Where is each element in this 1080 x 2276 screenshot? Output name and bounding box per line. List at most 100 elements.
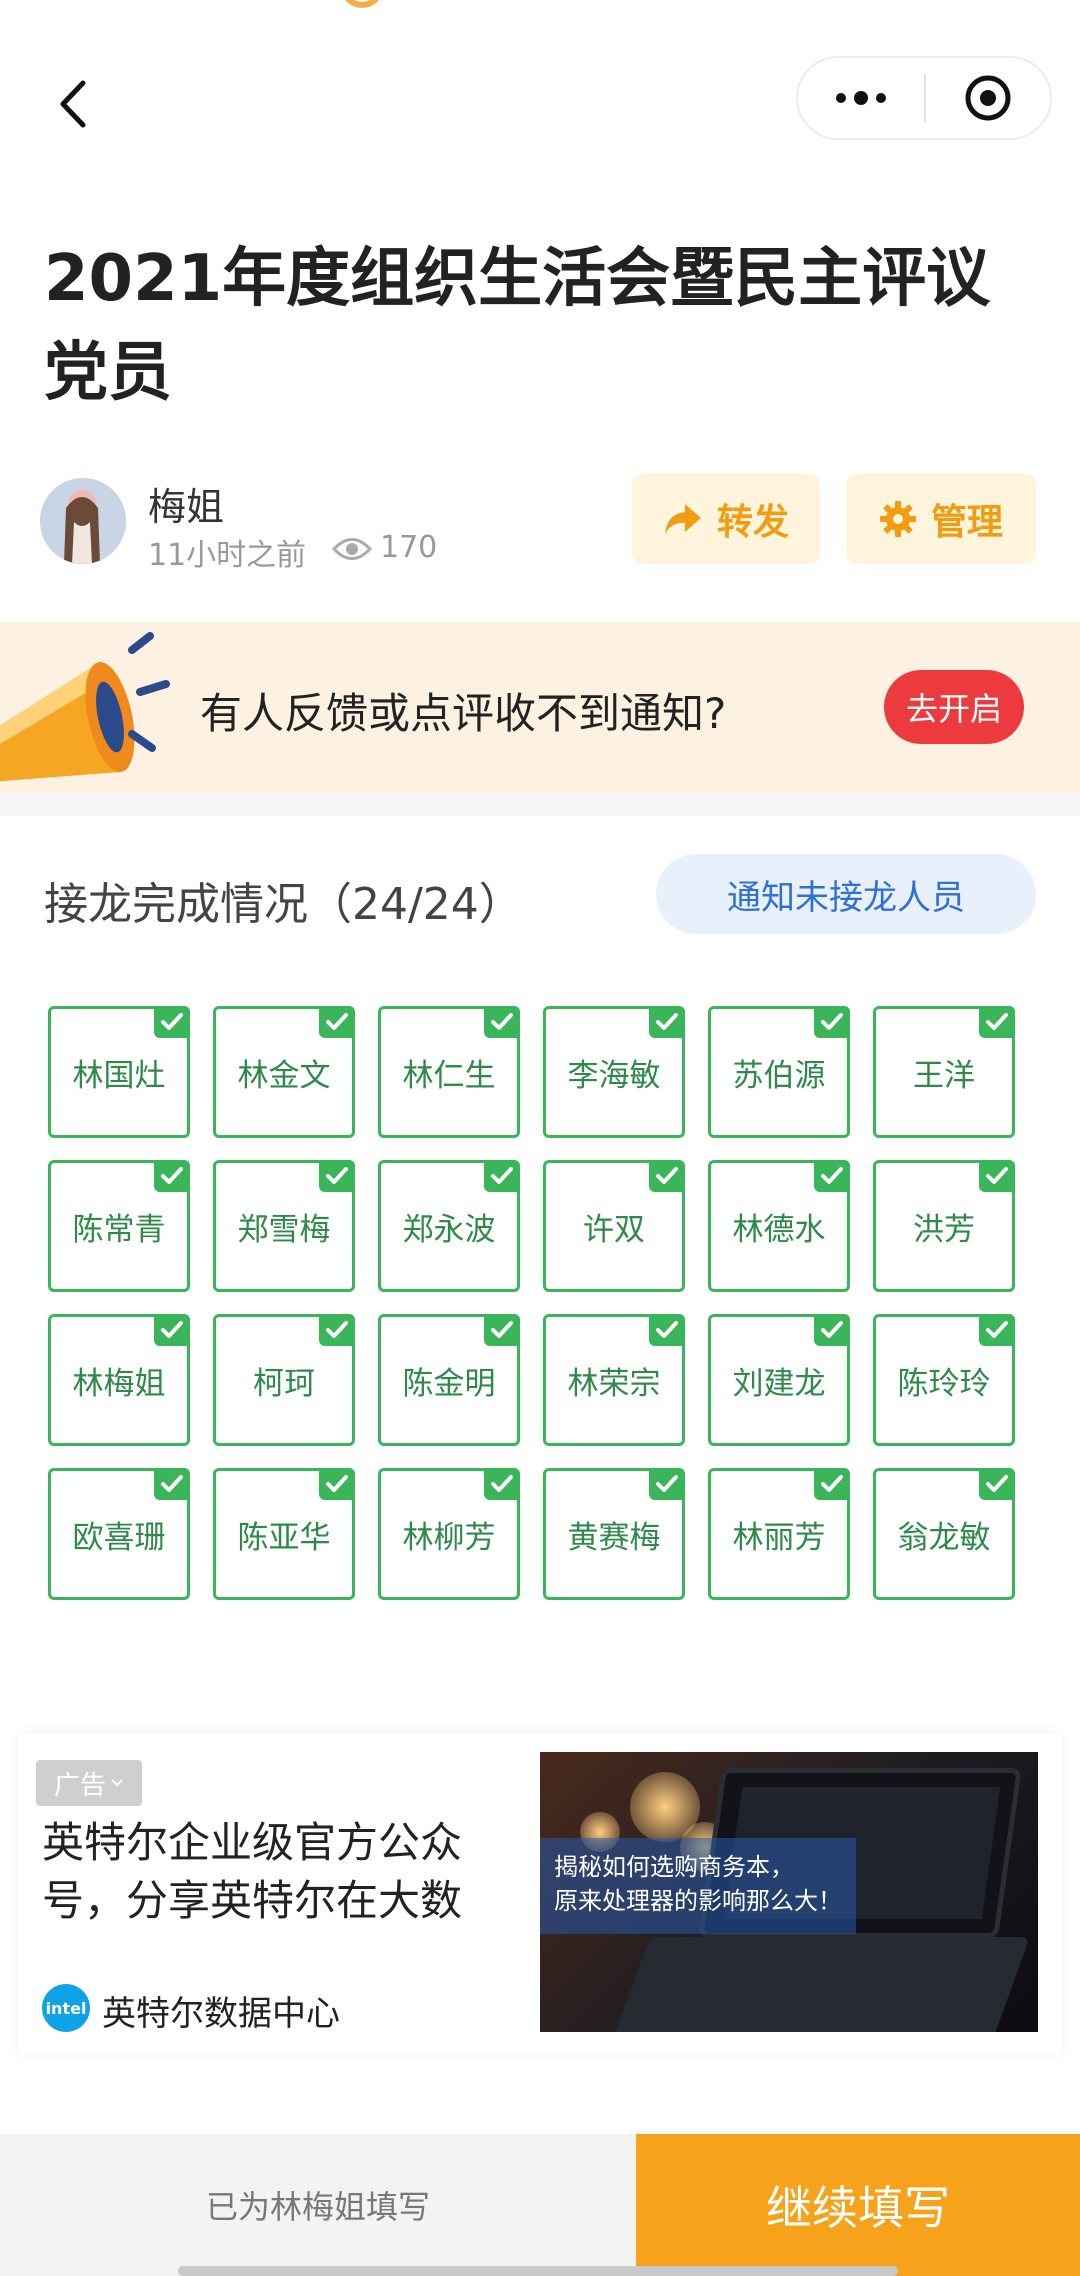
banner-text: 有人反馈或点评收不到通知? — [200, 689, 727, 738]
participant-cell[interactable]: 郑雪梅 — [213, 1160, 355, 1292]
participant-name: 陈玲玲 — [897, 1365, 991, 1402]
participant-name: 欧喜珊 — [72, 1519, 166, 1556]
share-button[interactable]: 转发 — [632, 474, 820, 564]
enable-notification-button[interactable]: 去开启 — [884, 670, 1024, 744]
participant-cell[interactable]: 翁龙敏 — [873, 1468, 1015, 1600]
participant-cell[interactable]: 陈金明 — [378, 1314, 520, 1446]
participant-cell[interactable]: 林丽芳 — [708, 1468, 850, 1600]
participant-name: 李海敏 — [567, 1057, 661, 1094]
checkmark-icon — [979, 1160, 1015, 1192]
participant-grid: 林国灶 林金文 林仁生 李海敏 苏伯源 王洋陈常青 郑雪梅 郑永波 许双 林德水 洪芳林梅姐 柯珂 陈金… — [48, 1006, 1018, 1600]
participant-name: 黄赛梅 — [567, 1519, 661, 1556]
checkmark-icon — [649, 1314, 685, 1346]
megaphone-icon — [0, 632, 170, 782]
checkmark-icon — [319, 1314, 355, 1346]
participant-cell[interactable]: 林国灶 — [48, 1006, 190, 1138]
more-dots-icon — [836, 93, 846, 103]
filled-status-text: 已为林梅姐填写 — [0, 2134, 636, 2276]
participant-cell[interactable]: 林梅姐 — [48, 1314, 190, 1446]
participant-name: 林荣宗 — [567, 1365, 661, 1402]
ad-image[interactable]: 揭秘如何选购商务本， 原来处理器的影响那么大！ — [540, 1752, 1038, 2032]
checkmark-icon — [154, 1160, 190, 1192]
checkmark-icon — [814, 1006, 850, 1038]
notify-unfinished-button[interactable]: 通知未接龙人员 — [656, 854, 1036, 934]
participant-name: 林金文 — [237, 1057, 331, 1094]
participant-cell[interactable]: 林荣宗 — [543, 1314, 685, 1446]
avatar-image — [40, 478, 126, 564]
participant-cell[interactable]: 陈玲玲 — [873, 1314, 1015, 1446]
checkmark-icon — [154, 1006, 190, 1038]
participant-cell[interactable]: 苏伯源 — [708, 1006, 850, 1138]
participant-name: 王洋 — [913, 1057, 975, 1094]
participant-cell[interactable]: 柯珂 — [213, 1314, 355, 1446]
close-miniprogram-button[interactable] — [926, 58, 1050, 138]
target-icon — [965, 75, 1011, 121]
ad-text[interactable]: 英特尔企业级官方公众号，分享英特尔在大数 — [42, 1814, 512, 1930]
checkmark-icon — [649, 1006, 685, 1038]
participant-name: 林仁生 — [402, 1057, 496, 1094]
orange-decoration — [340, 0, 384, 8]
gear-icon — [879, 501, 916, 537]
checkmark-icon — [979, 1468, 1015, 1500]
checkmark-icon — [979, 1006, 1015, 1038]
participant-cell[interactable]: 李海敏 — [543, 1006, 685, 1138]
ad-tag-label: 广告 — [53, 1770, 106, 1801]
participant-cell[interactable]: 刘建龙 — [708, 1314, 850, 1446]
participant-cell[interactable]: 林仁生 — [378, 1006, 520, 1138]
participant-name: 苏伯源 — [732, 1057, 826, 1094]
intel-logo: intel — [42, 1984, 90, 2032]
continue-fill-button[interactable]: 继续填写 — [636, 2134, 1080, 2276]
checkmark-icon — [484, 1006, 520, 1038]
participant-name: 陈金明 — [402, 1365, 496, 1402]
chevron-left-icon — [60, 80, 86, 128]
checkmark-icon — [484, 1314, 520, 1346]
chevron-down-icon — [111, 1779, 123, 1787]
checkmark-icon — [649, 1468, 685, 1500]
checkmark-icon — [154, 1468, 190, 1500]
participant-cell[interactable]: 林德水 — [708, 1160, 850, 1292]
manage-button[interactable]: 管理 — [846, 474, 1036, 564]
back-button[interactable] — [44, 72, 100, 136]
participant-name: 林国灶 — [72, 1057, 166, 1094]
avatar[interactable] — [40, 478, 126, 564]
participant-cell[interactable]: 陈亚华 — [213, 1468, 355, 1600]
ad-image-caption: 揭秘如何选购商务本， 原来处理器的影响那么大！ — [540, 1838, 856, 1934]
participant-name: 陈亚华 — [237, 1519, 331, 1556]
participant-name: 陈常青 — [72, 1211, 166, 1248]
participant-cell[interactable]: 王洋 — [873, 1006, 1015, 1138]
participant-name: 刘建龙 — [732, 1365, 826, 1402]
checkmark-icon — [979, 1314, 1015, 1346]
participant-cell[interactable]: 林金文 — [213, 1006, 355, 1138]
manage-label: 管理 — [930, 502, 1003, 543]
eye-icon — [332, 538, 372, 560]
participant-cell[interactable]: 欧喜珊 — [48, 1468, 190, 1600]
checkmark-icon — [319, 1006, 355, 1038]
participant-cell[interactable]: 林柳芳 — [378, 1468, 520, 1600]
checkmark-icon — [814, 1314, 850, 1346]
participant-name: 郑永波 — [402, 1211, 496, 1248]
participant-name: 洪芳 — [913, 1211, 975, 1248]
mini-program-capsule — [796, 56, 1052, 140]
more-button[interactable] — [798, 58, 924, 138]
ad-tag[interactable]: 广告 — [36, 1760, 142, 1806]
participant-cell[interactable]: 郑永波 — [378, 1160, 520, 1292]
progress-title: 接龙完成情况（24/24） — [44, 879, 523, 930]
participant-cell[interactable]: 陈常青 — [48, 1160, 190, 1292]
participant-name: 柯珂 — [253, 1365, 315, 1402]
participant-name: 林梅姐 — [72, 1365, 166, 1402]
participant-name: 林柳芳 — [402, 1519, 496, 1556]
share-arrow-icon — [664, 504, 701, 534]
section-divider — [0, 792, 1080, 816]
checkmark-icon — [814, 1160, 850, 1192]
checkmark-icon — [484, 1468, 520, 1500]
participant-name: 郑雪梅 — [237, 1211, 331, 1248]
share-label: 转发 — [716, 502, 789, 543]
ad-brand: 英特尔数据中心 — [102, 1994, 340, 2034]
participant-cell[interactable]: 黄赛梅 — [543, 1468, 685, 1600]
participant-cell[interactable]: 洪芳 — [873, 1160, 1015, 1292]
author-name: 梅姐 — [148, 485, 225, 529]
participant-name: 林德水 — [732, 1211, 826, 1248]
checkmark-icon — [319, 1468, 355, 1500]
checkmark-icon — [154, 1314, 190, 1346]
participant-cell[interactable]: 许双 — [543, 1160, 685, 1292]
